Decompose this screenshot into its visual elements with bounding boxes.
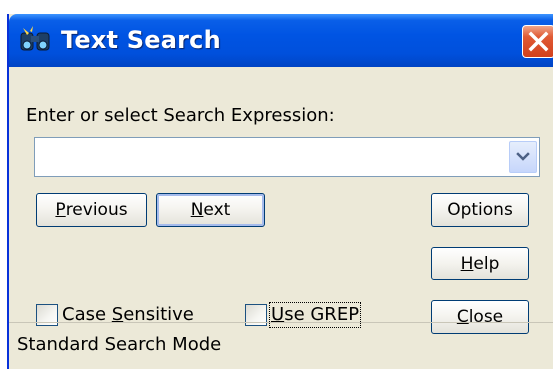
window-close-button[interactable] [522, 25, 553, 58]
search-expression-combobox[interactable] [34, 137, 540, 177]
title-bar[interactable]: Text Search [9, 14, 553, 67]
search-dropdown-button[interactable] [509, 141, 537, 173]
next-button[interactable]: Next [156, 193, 265, 227]
help-button[interactable]: Help [431, 247, 529, 280]
status-text: Standard Search Mode [17, 334, 222, 355]
window-title: Text Search [61, 26, 221, 54]
status-bar: Standard Search Mode [9, 322, 553, 369]
previous-button[interactable]: Previous [36, 193, 147, 227]
close-icon [528, 31, 549, 52]
chevron-down-icon [516, 152, 530, 161]
text-search-dialog: Text Search Enter or select Search Expre… [7, 14, 553, 369]
dialog-body: Enter or select Search Expression: Previ… [9, 67, 553, 369]
search-expression-input[interactable] [35, 138, 505, 176]
options-button[interactable]: Options [431, 193, 529, 227]
binoculars-icon [20, 26, 50, 51]
search-expression-label: Enter or select Search Expression: [26, 105, 335, 126]
